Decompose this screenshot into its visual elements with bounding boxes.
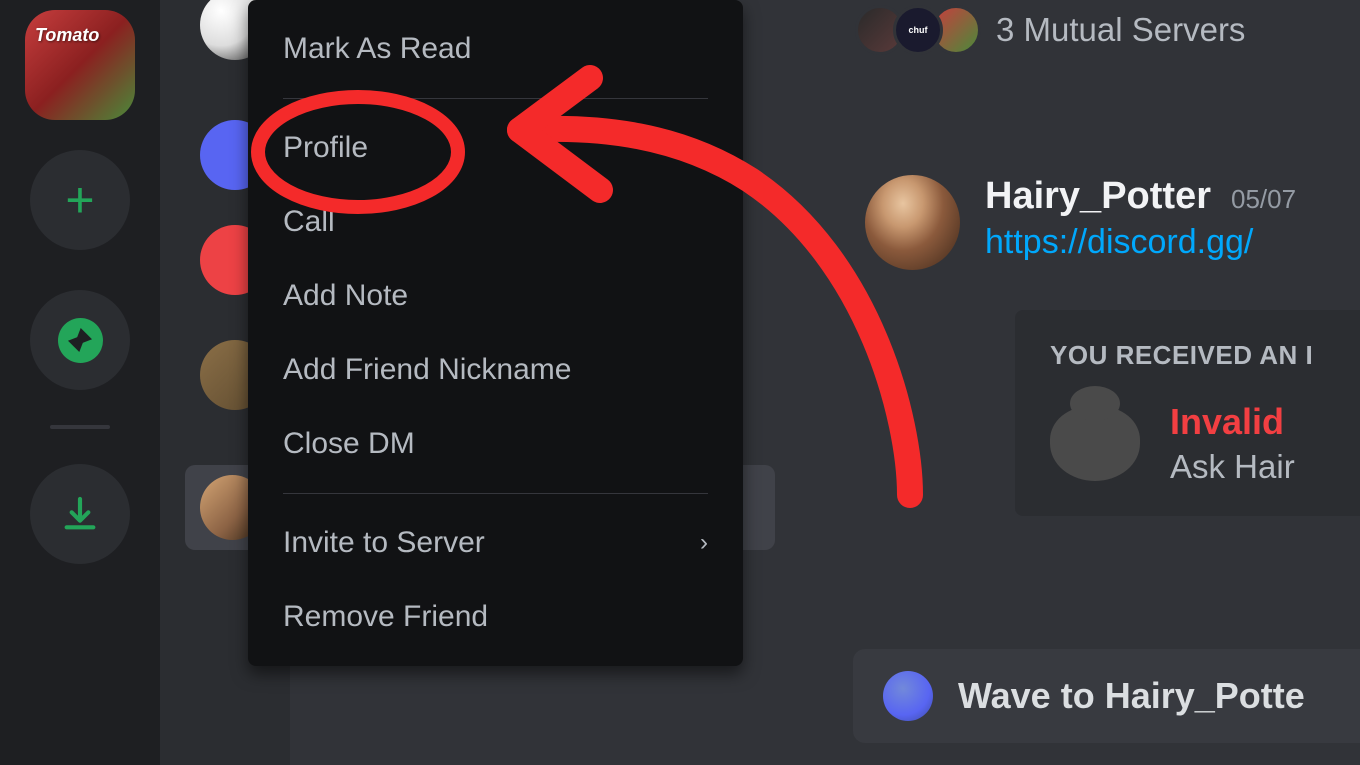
server-rail: Tomato + bbox=[0, 0, 160, 765]
menu-item-invite-to-server[interactable]: Invite to Server › bbox=[248, 506, 743, 580]
menu-item-remove-friend[interactable]: Remove Friend bbox=[248, 580, 743, 654]
menu-divider bbox=[283, 98, 708, 99]
message-timestamp: 05/07 bbox=[1231, 184, 1296, 215]
server-avatar-label: Tomato bbox=[35, 25, 99, 46]
chevron-right-icon: › bbox=[700, 529, 708, 557]
menu-item-label: Add Friend Nickname bbox=[283, 353, 571, 387]
download-icon bbox=[60, 494, 100, 534]
menu-item-add-note[interactable]: Add Note bbox=[248, 259, 743, 333]
invite-card: YOU RECEIVED AN I Invalid Ask Hair bbox=[1015, 310, 1360, 516]
menu-item-label: Mark As Read bbox=[283, 32, 471, 66]
message-avatar[interactable] bbox=[865, 175, 960, 270]
wumpus-icon bbox=[883, 671, 933, 721]
rail-divider bbox=[50, 425, 110, 429]
menu-item-label: Call bbox=[283, 205, 335, 239]
menu-item-label: Add Note bbox=[283, 279, 408, 313]
menu-item-profile[interactable]: Profile bbox=[248, 111, 743, 185]
mutual-servers[interactable]: 3 Mutual Servers bbox=[855, 5, 1245, 55]
menu-item-label: Profile bbox=[283, 131, 368, 165]
invite-sub: Ask Hair bbox=[1170, 448, 1295, 486]
wave-bar[interactable]: Wave to Hairy_Potte bbox=[853, 649, 1360, 743]
menu-item-label: Close DM bbox=[283, 427, 415, 461]
invalid-invite-icon bbox=[1050, 406, 1140, 481]
user-context-menu: Mark As Read Profile Call Add Note Add F… bbox=[248, 0, 743, 666]
add-server-button[interactable]: + bbox=[30, 150, 130, 250]
menu-item-call[interactable]: Call bbox=[248, 185, 743, 259]
menu-item-label: Invite to Server bbox=[283, 526, 485, 560]
mutual-servers-text: 3 Mutual Servers bbox=[996, 11, 1245, 49]
plus-icon: + bbox=[65, 171, 94, 229]
compass-icon bbox=[58, 318, 103, 363]
menu-item-close-dm[interactable]: Close DM bbox=[248, 407, 743, 481]
mutual-server-icons bbox=[855, 5, 981, 55]
menu-item-add-friend-nickname[interactable]: Add Friend Nickname bbox=[248, 333, 743, 407]
download-apps-button[interactable] bbox=[30, 464, 130, 564]
menu-divider bbox=[283, 493, 708, 494]
explore-servers-button[interactable] bbox=[30, 290, 130, 390]
menu-item-mark-as-read[interactable]: Mark As Read bbox=[248, 12, 743, 86]
invite-header: YOU RECEIVED AN I bbox=[1050, 340, 1325, 371]
chat-message: Hairy_Potter 05/07 https://discord.gg/ bbox=[865, 175, 1296, 270]
mutual-server-icon bbox=[893, 5, 943, 55]
message-username[interactable]: Hairy_Potter bbox=[985, 175, 1211, 218]
menu-item-label: Remove Friend bbox=[283, 600, 488, 634]
wave-text: Wave to Hairy_Potte bbox=[958, 675, 1305, 717]
message-link[interactable]: https://discord.gg/ bbox=[985, 223, 1296, 262]
invite-status: Invalid bbox=[1170, 401, 1295, 443]
server-avatar[interactable]: Tomato bbox=[25, 10, 135, 120]
